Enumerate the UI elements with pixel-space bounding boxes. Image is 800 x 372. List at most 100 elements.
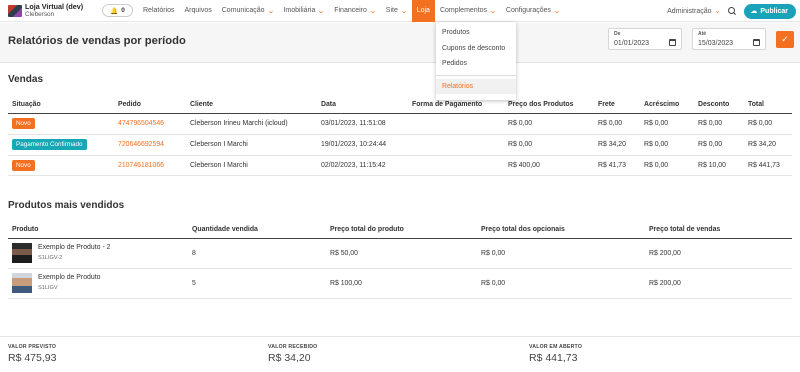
shipping-cell: R$ 34,20 <box>594 134 640 156</box>
date-cell: 03/01/2023, 11:51:08 <box>317 113 408 135</box>
menu-item-pedidos[interactable]: Pedidos <box>436 56 516 72</box>
nav-item-0[interactable]: Relatórios <box>138 0 180 22</box>
table-row[interactable]: Novo 474796504546 Cleberson Irineu Marchi … <box>8 113 792 135</box>
options_total-cell: R$ 0,00 <box>477 268 645 299</box>
column-header: Preço total de vendas <box>645 222 792 239</box>
user-name: Cleberson <box>25 10 55 18</box>
expected-value-label: VALOR PREVISTO <box>8 344 57 350</box>
product-cell: Exemplo de Produto - 2 S1LIGV-2 <box>8 238 188 269</box>
menu-divider <box>436 74 516 76</box>
payment-cell <box>408 155 504 176</box>
product-sku: S1LIGV-2 <box>38 255 63 261</box>
cloud-upload-icon: ☁ <box>750 8 758 15</box>
expected-value: VALOR PREVISTO R$ 475,93 <box>8 344 56 364</box>
column-header: Frete <box>594 97 640 114</box>
total-cell: R$ 34,20 <box>744 134 792 156</box>
notifications-button[interactable]: 🔔 0 <box>102 4 133 17</box>
order-link[interactable]: 474796504546 <box>118 120 164 127</box>
order-link[interactable]: 720646692594 <box>118 141 164 148</box>
page-header: Relatórios de vendas por período De 01/0… <box>0 23 800 63</box>
check-icon: ✓ <box>781 34 789 44</box>
status-cell: Novo <box>8 113 114 135</box>
product-sku: S1LIGV <box>38 285 58 291</box>
brand[interactable]: Loja Virtual (dev) Cleberson <box>0 1 98 19</box>
table-row[interactable]: Pagamento Confirmado 720646692594 Cleberso… <box>8 134 792 156</box>
nav-item-5[interactable]: Site ⌄ <box>381 0 412 22</box>
nav-item-4[interactable]: Financeiro ⌄ <box>329 0 381 22</box>
product-name: Exemplo de Produto - 2 <box>38 244 111 251</box>
order-cell: 720646692594 <box>114 134 186 156</box>
column-header: Desconto <box>694 97 744 114</box>
sales-table: Situação Pedido Cliente Data Forma de Pagame… <box>8 97 792 176</box>
shipping-cell: R$ 41,73 <box>594 155 640 176</box>
date-cell: 19/01/2023, 10:24:44 <box>317 134 408 156</box>
nav-item-label: Site <box>385 7 398 14</box>
menu-item-cupons[interactable]: Cupons de desconto <box>436 41 516 57</box>
product_total-cell: R$ 50,00 <box>326 238 477 269</box>
date-from-value: 01/01/2023 <box>614 40 650 47</box>
open-value-amount: R$ 441,73 <box>529 352 578 364</box>
open-value: VALOR EM ABERTO R$ 441,73 <box>529 344 582 364</box>
date-to-field[interactable]: Até 15/03/2023 <box>692 28 766 50</box>
date-to-label: Até <box>698 31 707 37</box>
menu-item-relatorios[interactable]: Relatórios <box>436 78 516 94</box>
calendar-icon[interactable] <box>753 39 760 46</box>
nav-item-1[interactable]: Arquivos <box>180 0 217 22</box>
top-products-table: Produto Quantidade vendida Preço total do … <box>8 222 792 299</box>
qty-cell: 8 <box>188 238 326 269</box>
apply-filter-button[interactable]: ✓ <box>776 31 794 48</box>
status-cell: Novo <box>8 155 114 176</box>
nav-item-6[interactable]: Loja <box>411 0 435 22</box>
top-products-table-header: Produto Quantidade vendida Preço total do … <box>8 222 792 239</box>
admin-menu-label: Administração <box>667 8 712 15</box>
nav-item-label: Relatórios <box>143 7 175 14</box>
nav-item-label: Imobiliária <box>283 7 316 14</box>
admin-menu[interactable]: Administração ⌄ <box>667 7 720 15</box>
payment-cell <box>408 113 504 135</box>
discount-cell: R$ 10,00 <box>694 155 744 176</box>
discount-cell: R$ 0,00 <box>694 113 744 135</box>
column-header: Cliente <box>186 97 317 114</box>
nav-item-7[interactable]: Complementos ⌄ <box>435 0 501 22</box>
loja-dropdown-menu: Produtos Cupons de desconto Pedidos Rela… <box>436 22 516 100</box>
calendar-icon[interactable] <box>669 39 676 46</box>
date-from-field[interactable]: De 01/01/2023 <box>608 28 682 50</box>
products-cell: R$ 0,00 <box>504 134 594 156</box>
nav-item-label: Financeiro <box>334 7 367 14</box>
status-badge: Novo <box>12 159 35 171</box>
order-cell: 474796504546 <box>114 113 186 135</box>
store-name: Loja Virtual (dev) <box>25 1 84 11</box>
client-cell: Cleberson I Marchi <box>186 134 317 156</box>
product-thumbnail <box>12 243 32 263</box>
search-icon[interactable] <box>726 5 738 17</box>
date-to-value: 15/03/2023 <box>698 40 734 47</box>
received-value-amount: R$ 34,20 <box>268 352 311 364</box>
surcharge-cell: R$ 0,00 <box>640 134 694 156</box>
date-cell: 02/02/2023, 11:15:42 <box>317 155 408 176</box>
nav-item-3[interactable]: Imobiliária ⌄ <box>278 0 329 22</box>
column-header: Acréscimo <box>640 97 694 114</box>
product_total-cell: R$ 100,00 <box>326 268 477 299</box>
qty-cell: 5 <box>188 268 326 299</box>
table-row[interactable]: Exemplo de Produto - 2 S1LIGV-2 8 R$ 50,00 R… <box>8 238 792 269</box>
page-title: Relatórios de vendas por período <box>8 35 186 47</box>
table-row[interactable]: Novo 210746181066 Cleberson I Marchi 02/02/… <box>8 155 792 176</box>
menu-item-produtos[interactable]: Produtos <box>436 25 516 41</box>
chevron-down-icon: ⌄ <box>399 7 408 15</box>
product-name: Exemplo de Produto <box>38 274 101 281</box>
open-value-label: VALOR EM ABERTO <box>529 344 583 350</box>
column-header: Produto <box>8 222 188 239</box>
table-row[interactable]: Exemplo de Produto S1LIGV 5 R$ 100,00 R$ 0,0… <box>8 268 792 299</box>
publish-button[interactable]: ☁ Publicar <box>744 3 796 19</box>
publish-label: Publicar <box>760 7 788 15</box>
payment-cell <box>408 134 504 156</box>
nav-item-8[interactable]: Configurações ⌄ <box>501 0 565 22</box>
sales-section-title: Vendas <box>8 74 44 85</box>
shipping-cell: R$ 0,00 <box>594 113 640 135</box>
column-header: Quantidade vendida <box>188 222 326 239</box>
order-link[interactable]: 210746181066 <box>118 162 164 169</box>
nav-item-2[interactable]: Comunicação ⌄ <box>217 0 279 22</box>
surcharge-cell: R$ 0,00 <box>640 155 694 176</box>
options_total-cell: R$ 0,00 <box>477 238 645 269</box>
total-cell: R$ 441,73 <box>744 155 792 176</box>
